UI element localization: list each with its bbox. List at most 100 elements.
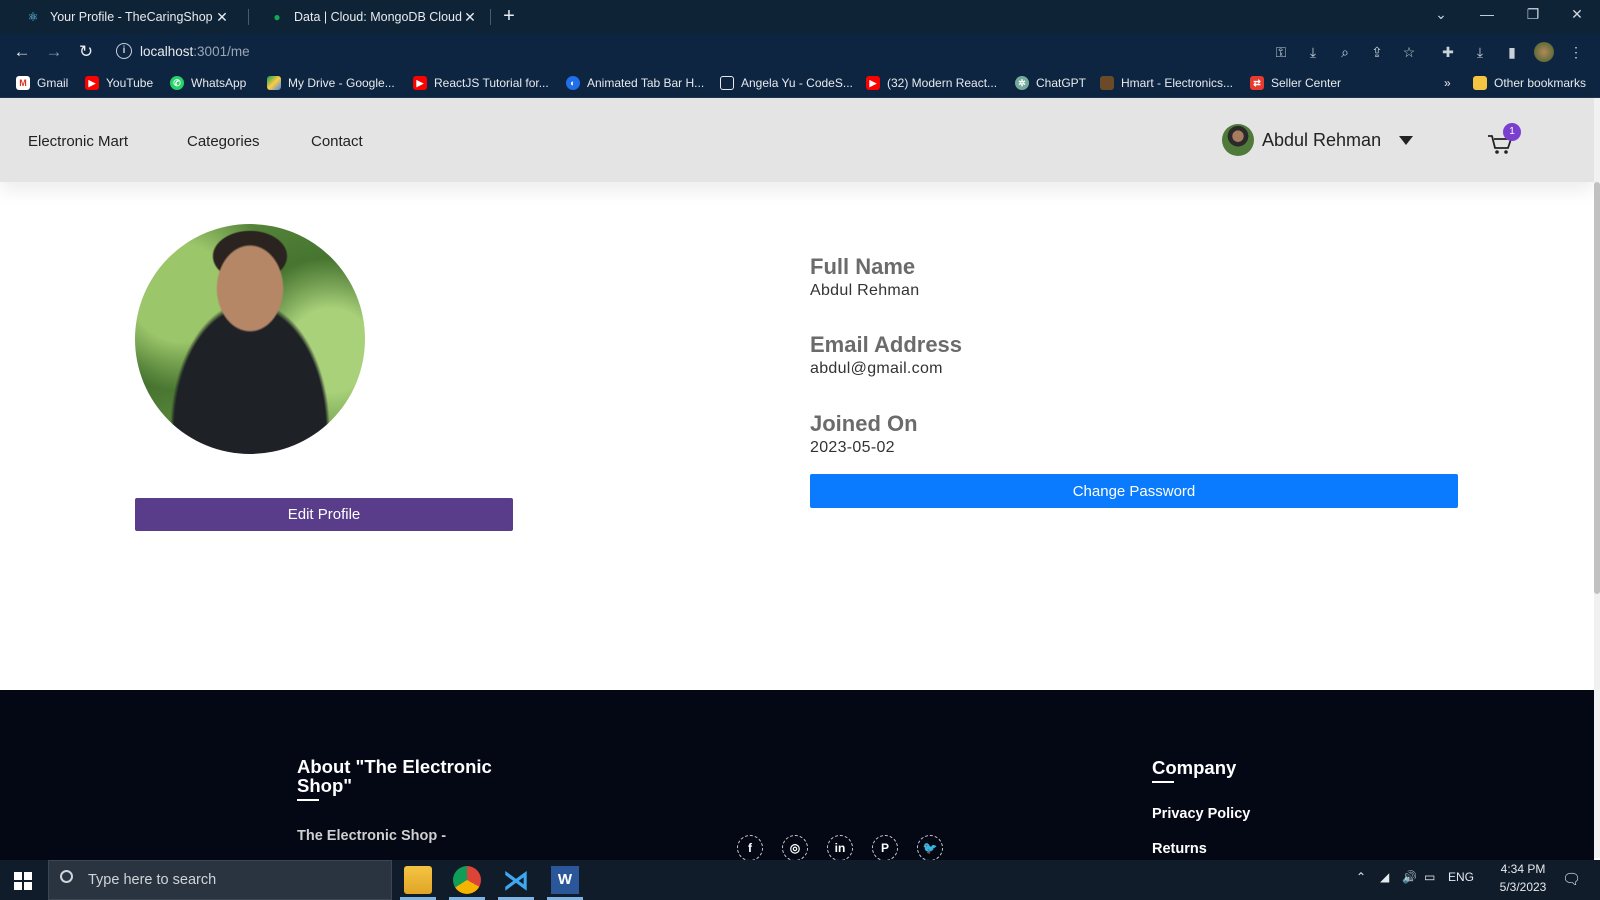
windows-start-icon[interactable]	[14, 872, 32, 890]
tab-title: Your Profile - TheCaringShop	[50, 10, 213, 24]
forward-arrow-icon[interactable]: →	[42, 40, 66, 64]
bookmark-label: Hmart - Electronics...	[1121, 76, 1234, 90]
profile-avatar-icon[interactable]	[1534, 42, 1554, 62]
word-icon[interactable]: W	[551, 866, 579, 894]
tab-your-profile[interactable]: ⚛ Your Profile - TheCaringShop ✕	[8, 0, 240, 34]
footer-about-title: About "The Electronic Shop"	[297, 756, 492, 796]
codepen-icon: ◐	[566, 76, 580, 90]
network-icon[interactable]: ◢	[1380, 870, 1389, 884]
share-icon[interactable]: ⇪	[1367, 42, 1387, 62]
linkedin-icon[interactable]: in	[827, 835, 853, 861]
footer-link-returns[interactable]: Returns	[1152, 841, 1207, 857]
tab-mongodb[interactable]: ● Data | Cloud: MongoDB Cloud ✕	[252, 0, 488, 34]
reload-icon[interactable]: ↻	[74, 40, 98, 64]
bookmark-modern-react[interactable]: ▶ (32) Modern React...	[866, 74, 997, 92]
gmail-icon: M	[16, 76, 30, 90]
url-text[interactable]: localhost:3001/me	[140, 44, 250, 59]
tab-separator	[248, 9, 249, 25]
cart-count-badge: 1	[1503, 123, 1521, 141]
extensions-puzzle-icon[interactable]: ✚	[1438, 42, 1458, 62]
url-host: localhost	[140, 44, 194, 59]
edit-profile-button[interactable]: Edit Profile	[135, 498, 513, 531]
taskbar-clock-date[interactable]: 5/3/2023	[1494, 880, 1552, 894]
chrome-icon[interactable]	[453, 866, 481, 894]
bookmark-label: ReactJS Tutorial for...	[434, 76, 549, 90]
user-menu-name[interactable]: Abdul Rehman	[1262, 130, 1381, 151]
footer-link-privacy-policy[interactable]: Privacy Policy	[1152, 806, 1250, 822]
bookmark-label: Seller Center	[1271, 76, 1342, 90]
bookmark-label: Gmail	[37, 76, 69, 90]
footer-company-title: Company	[1152, 757, 1237, 778]
address-bar[interactable]	[108, 38, 1398, 66]
bookmark-seller-center[interactable]: ⇄ Seller Center	[1250, 74, 1341, 92]
footer-about-underline	[297, 799, 319, 801]
joined-on-label: Joined On	[810, 411, 918, 436]
nav-electronic-mart[interactable]: Electronic Mart	[28, 133, 128, 150]
tab-title: Data | Cloud: MongoDB Cloud	[294, 10, 462, 24]
folder-icon	[1473, 76, 1487, 90]
bookmark-label: Other bookmarks	[1494, 76, 1587, 90]
chatgpt-icon: ✲	[1015, 76, 1029, 90]
overflow-label: »	[1444, 76, 1451, 90]
back-arrow-icon[interactable]: ←	[10, 40, 34, 64]
whatsapp-icon: ✆	[170, 76, 184, 90]
pinterest-icon[interactable]: P	[872, 835, 898, 861]
caret-down-icon[interactable]	[1399, 136, 1413, 145]
bookmarks-overflow-button[interactable]: »	[1444, 74, 1451, 92]
close-tab-icon[interactable]: ✕	[214, 9, 230, 26]
minimize-button[interactable]: —	[1464, 0, 1510, 30]
menu-kebab-icon[interactable]: ⋮	[1566, 42, 1586, 62]
install-icon[interactable]: ⤓	[1303, 42, 1323, 62]
close-window-button[interactable]: ✕	[1554, 0, 1600, 30]
bookmark-angela-yu[interactable]: Angela Yu - CodeS...	[720, 74, 853, 92]
bookmark-label: Animated Tab Bar H...	[587, 76, 705, 90]
facebook-icon[interactable]: f	[737, 835, 763, 861]
taskbar-clock-time[interactable]: 4:34 PM	[1494, 862, 1552, 876]
file-explorer-icon[interactable]	[404, 866, 432, 894]
email-value: abdul@gmail.com	[810, 360, 943, 377]
bookmark-label: (32) Modern React...	[887, 76, 998, 90]
youtube-icon: ▶	[866, 76, 880, 90]
battery-icon[interactable]: ▭	[1424, 870, 1435, 884]
close-tab-icon[interactable]: ✕	[462, 9, 478, 26]
site-info-icon[interactable]: i	[116, 43, 132, 59]
side-panel-icon[interactable]: ▮	[1502, 42, 1522, 62]
new-tab-button[interactable]: +	[497, 5, 521, 29]
page-scrollbar-thumb[interactable]	[1594, 182, 1600, 594]
user-avatar[interactable]	[1222, 124, 1254, 156]
volume-icon[interactable]: 🔊	[1402, 870, 1417, 884]
zoom-icon[interactable]: ⌕	[1335, 42, 1355, 62]
tab-search-icon[interactable]: ⌄	[1418, 0, 1464, 30]
bookmark-chatgpt[interactable]: ✲ ChatGPT	[1015, 74, 1086, 92]
bookmark-gmail[interactable]: M Gmail	[16, 74, 68, 92]
vscode-icon[interactable]: ⋊	[502, 866, 530, 894]
taskbar-search-placeholder[interactable]: Type here to search	[88, 872, 216, 888]
change-password-button[interactable]: Change Password	[810, 474, 1458, 508]
profile-photo	[135, 224, 365, 454]
hmart-icon	[1100, 76, 1114, 90]
language-indicator[interactable]: ENG	[1448, 870, 1474, 884]
google-drive-icon	[267, 76, 281, 90]
bookmark-youtube[interactable]: ▶ YouTube	[85, 74, 153, 92]
nav-contact[interactable]: Contact	[311, 133, 363, 150]
show-hidden-icons-chevron-icon[interactable]: ⌃	[1356, 870, 1366, 884]
restore-button[interactable]: ❐	[1510, 0, 1556, 30]
bookmark-label: WhatsApp	[191, 76, 247, 90]
bookmark-hmart[interactable]: Hmart - Electronics...	[1100, 74, 1233, 92]
instagram-icon[interactable]: ◎	[782, 835, 808, 861]
youtube-icon: ▶	[85, 76, 99, 90]
bookmark-whatsapp[interactable]: ✆ WhatsApp	[170, 74, 246, 92]
bookmark-label: ChatGPT	[1036, 76, 1087, 90]
bookmark-my-drive[interactable]: My Drive - Google...	[267, 74, 395, 92]
nav-categories[interactable]: Categories	[187, 133, 260, 150]
bookmark-reactjs-tutorial[interactable]: ▶ ReactJS Tutorial for...	[413, 74, 549, 92]
twitter-icon[interactable]: 🐦	[917, 835, 943, 861]
bookmark-animated-tab-bar[interactable]: ◐ Animated Tab Bar H...	[566, 74, 704, 92]
other-bookmarks-folder[interactable]: Other bookmarks	[1473, 74, 1586, 92]
bookmark-star-icon[interactable]: ☆	[1399, 42, 1419, 62]
notifications-icon[interactable]: 🗨	[1562, 870, 1581, 888]
search-icon	[60, 870, 73, 883]
key-icon[interactable]: ⚿	[1271, 42, 1291, 62]
downloads-icon[interactable]: ⤓	[1470, 42, 1490, 62]
bookmark-label: Angela Yu - CodeS...	[741, 76, 853, 90]
